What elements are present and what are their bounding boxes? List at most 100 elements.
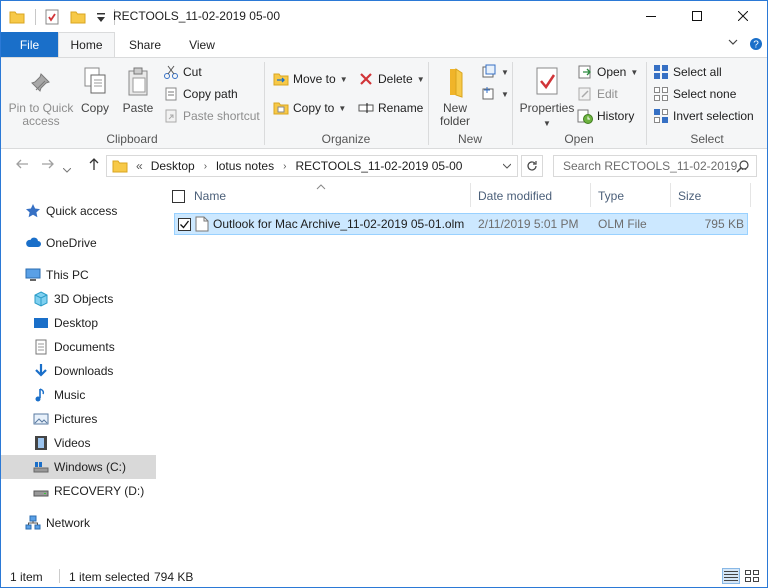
edit-button[interactable]: Edit (577, 84, 618, 104)
nav-onedrive[interactable]: OneDrive (1, 231, 156, 255)
nav-pictures[interactable]: Pictures (1, 407, 156, 431)
new-folder-label: New folder (439, 101, 471, 128)
nav-quick-access[interactable]: Quick access (1, 199, 156, 223)
invert-selection-button[interactable]: Invert selection (653, 106, 754, 126)
select-none-button[interactable]: Select none (653, 84, 736, 104)
new-group: New folder ▼ ▼ New (429, 58, 511, 149)
history-button[interactable]: History (577, 106, 634, 126)
new-folder-button[interactable]: New folder (433, 66, 477, 128)
column-type[interactable]: Type (598, 185, 624, 207)
recent-locations-icon[interactable] (62, 161, 72, 177)
nav-network-label: Network (46, 516, 91, 530)
address-bar[interactable]: « Desktop › lotus notes › RECTOOLS_11-02… (106, 155, 518, 177)
pin-icon (27, 68, 55, 98)
column-name[interactable]: Name (194, 185, 226, 207)
delete-icon (358, 71, 374, 87)
copy-path-button[interactable]: Copy path (163, 84, 238, 104)
copy-to-icon (273, 100, 289, 116)
search-box[interactable]: Search RECTOOLS_11-02-2019... (553, 155, 757, 177)
column-date-modified[interactable]: Date modified (478, 185, 552, 207)
breadcrumb-overflow[interactable]: « (136, 159, 143, 173)
breadcrumb-desktop[interactable]: Desktop (151, 159, 195, 173)
breadcrumb-lotus-notes[interactable]: lotus notes (216, 159, 274, 173)
cloud-icon (25, 235, 41, 251)
cut-button[interactable]: Cut (163, 62, 202, 82)
back-arrow-icon[interactable] (15, 157, 29, 174)
column-divider[interactable] (670, 183, 671, 207)
copy-path-icon (163, 86, 179, 102)
nav-music[interactable]: Music (1, 383, 156, 407)
customize-toolbar-icon[interactable] (96, 9, 106, 25)
picture-icon (33, 411, 49, 427)
nav-network[interactable]: Network (1, 511, 156, 535)
up-arrow-icon[interactable] (87, 157, 101, 174)
status-divider (59, 569, 60, 583)
properties-icon[interactable] (44, 9, 60, 25)
tab-home[interactable]: Home (58, 32, 115, 57)
organize-group-label: Organize (321, 132, 371, 146)
breadcrumb-current-folder[interactable]: RECTOOLS_11-02-2019 05-00 (295, 159, 462, 173)
properties-icon (533, 66, 561, 98)
edit-label: Edit (597, 87, 618, 101)
nav-this-pc[interactable]: This PC (1, 263, 156, 287)
folder-icon[interactable] (9, 9, 25, 25)
delete-button[interactable]: Delete ▼ (358, 69, 425, 89)
nav-desktop[interactable]: Desktop (1, 311, 156, 335)
maximize-button[interactable] (674, 1, 720, 31)
rename-button[interactable]: Rename (358, 98, 423, 118)
delete-label: Delete (378, 72, 413, 86)
column-size[interactable]: Size (678, 185, 701, 207)
file-row[interactable]: Outlook for Mac Archive_11-02-2019 05-01… (174, 213, 748, 235)
move-to-button[interactable]: Move to ▼ (273, 69, 348, 89)
refresh-button[interactable] (521, 155, 543, 177)
column-divider[interactable] (590, 183, 591, 207)
paste-shortcut-button[interactable]: Paste shortcut (163, 106, 260, 126)
edit-icon (577, 86, 593, 102)
file-date-modified: 2/11/2019 5:01 PM (478, 217, 579, 231)
select-all-checkbox[interactable] (172, 190, 185, 203)
close-button[interactable] (720, 1, 766, 31)
easy-access-button[interactable]: ▼ (481, 84, 509, 104)
music-note-icon (33, 387, 49, 403)
help-icon[interactable]: ? (749, 37, 763, 54)
collapse-ribbon-icon[interactable] (728, 37, 738, 50)
clipboard-group-label: Clipboard (106, 132, 158, 146)
column-divider[interactable] (470, 183, 471, 207)
pin-to-quick-access-button[interactable]: Pin to Quick access (7, 68, 75, 128)
nav-recovery-d[interactable]: RECOVERY (D:) (1, 479, 156, 503)
tab-share[interactable]: Share (119, 32, 171, 57)
tab-view[interactable]: View (177, 32, 227, 57)
navigation-bar: « Desktop › lotus notes › RECTOOLS_11-02… (1, 149, 767, 181)
minimize-button[interactable] (628, 1, 674, 31)
search-icon (736, 159, 750, 176)
nav-downloads[interactable]: Downloads (1, 359, 156, 383)
window-title: RECTOOLS_11-02-2019 05-00 (113, 9, 280, 23)
nav-downloads-label: Downloads (54, 364, 114, 378)
nav-windows-c[interactable]: Windows (C:) (1, 455, 156, 479)
details-view-button[interactable] (722, 568, 740, 584)
select-none-label: Select none (673, 87, 737, 101)
properties-button[interactable]: Properties ▼ (517, 66, 577, 130)
copy-to-button[interactable]: Copy to ▼ (273, 98, 346, 118)
address-dropdown-icon[interactable] (502, 159, 512, 176)
select-all-button[interactable]: Select all (653, 62, 722, 82)
large-icons-view-button[interactable] (743, 568, 761, 584)
copy-button[interactable]: Copy (77, 66, 113, 115)
invert-selection-icon (653, 108, 669, 124)
forward-arrow-icon[interactable] (41, 157, 55, 174)
paste-button[interactable]: Paste (119, 66, 157, 115)
copy-label: Copy (80, 101, 109, 115)
drive-icon (33, 459, 49, 475)
file-row-checkbox[interactable] (178, 218, 191, 231)
paste-shortcut-label: Paste shortcut (183, 109, 260, 123)
column-divider[interactable] (750, 183, 751, 207)
new-folder-icon[interactable] (70, 9, 86, 25)
new-item-button[interactable]: ▼ (481, 62, 509, 82)
open-button[interactable]: Open ▼ (577, 62, 638, 82)
search-placeholder: Search RECTOOLS_11-02-2019... (563, 159, 748, 173)
copy-path-label: Copy path (183, 87, 238, 101)
nav-documents[interactable]: Documents (1, 335, 156, 359)
tab-file[interactable]: File (1, 32, 58, 57)
nav-videos[interactable]: Videos (1, 431, 156, 455)
nav-3d-objects[interactable]: 3D Objects (1, 287, 156, 311)
